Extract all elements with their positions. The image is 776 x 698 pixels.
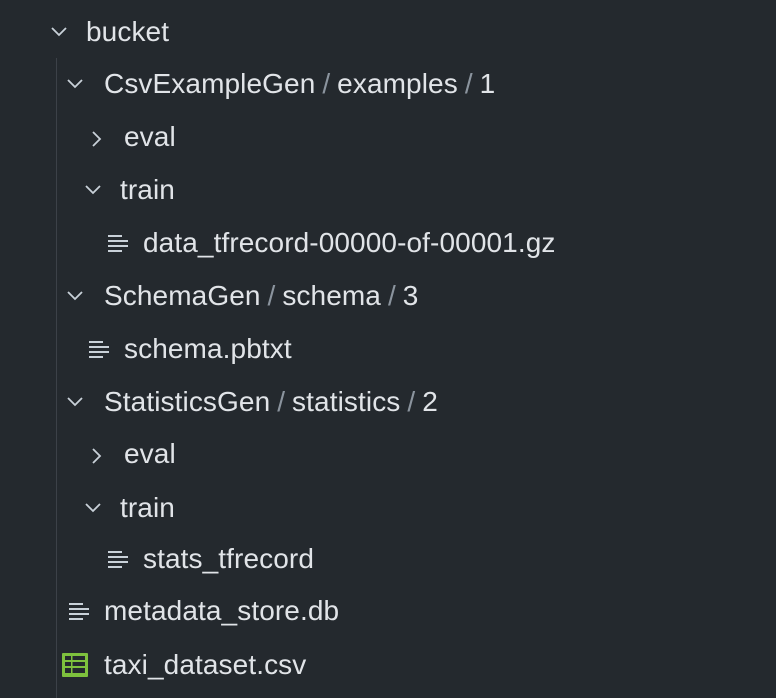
folder-label: eval	[124, 120, 176, 152]
chevron-down-icon[interactable]	[66, 77, 83, 91]
file-label: schema.pbtxt	[124, 332, 292, 364]
chevron-down-icon[interactable]	[66, 395, 83, 409]
folder-bucket[interactable]: bucket	[0, 5, 776, 58]
file-stats-tfrecord[interactable]: stats_tfrecord	[0, 532, 776, 585]
chevron-down-icon[interactable]	[66, 289, 83, 303]
folder-eval[interactable]: eval	[0, 427, 776, 480]
folder-eval[interactable]: eval	[0, 110, 776, 163]
file-metadata-store[interactable]: metadata_store.db	[0, 584, 776, 637]
path-segment-component: CsvExampleGen	[104, 67, 316, 99]
path-separator: /	[277, 385, 286, 417]
path-segment-artifact: statistics	[292, 385, 401, 417]
path-segment-artifact: schema	[282, 279, 381, 311]
file-label: stats_tfrecord	[143, 542, 315, 574]
folder-label: bucket	[86, 15, 170, 47]
path-segment-artifact: examples	[337, 67, 458, 99]
path-separator: /	[464, 67, 473, 99]
file-lines-icon	[107, 548, 129, 570]
path-separator: /	[267, 279, 276, 311]
chevron-down-icon[interactable]	[84, 501, 101, 515]
path-segment-execution: 3	[402, 279, 419, 311]
folder-label: train	[120, 491, 175, 523]
file-data-tfrecord[interactable]: data_tfrecord-00000-of-00001.gz	[0, 216, 776, 269]
folder-label: eval	[124, 437, 176, 469]
file-label: taxi_dataset.csv	[104, 648, 307, 680]
path-segment-execution: 1	[479, 67, 496, 99]
folder-train[interactable]: train	[0, 163, 776, 216]
path-separator: /	[322, 67, 331, 99]
file-label: data_tfrecord-00000-of-00001.gz	[143, 226, 556, 258]
file-lines-icon	[88, 338, 110, 360]
path-segment-component: StatisticsGen	[104, 385, 271, 417]
chevron-right-icon[interactable]	[90, 130, 104, 147]
folder-statisticsgen[interactable]: StatisticsGen / statistics / 2	[0, 375, 776, 428]
file-taxi-dataset[interactable]: taxi_dataset.csv	[0, 638, 776, 691]
chevron-down-icon[interactable]	[84, 183, 101, 197]
path-separator: /	[387, 279, 396, 311]
folder-label: train	[120, 173, 175, 205]
chevron-right-icon[interactable]	[90, 447, 104, 464]
chevron-down-icon[interactable]	[50, 25, 67, 39]
file-schema-pbtxt[interactable]: schema.pbtxt	[0, 322, 776, 375]
path-separator: /	[407, 385, 416, 417]
file-lines-icon	[107, 232, 129, 254]
path-segment-execution: 2	[422, 385, 438, 417]
folder-schemagen[interactable]: SchemaGen / schema / 3	[0, 269, 776, 322]
spreadsheet-icon	[62, 652, 88, 678]
file-explorer-tree: bucket CsvExampleGen / examples / 1 eval…	[0, 0, 776, 698]
file-label: metadata_store.db	[104, 594, 340, 626]
folder-csvexamplegen[interactable]: CsvExampleGen / examples / 1	[0, 57, 776, 110]
folder-train[interactable]: train	[0, 481, 776, 534]
file-lines-icon	[68, 600, 90, 622]
path-segment-component: SchemaGen	[104, 279, 261, 311]
